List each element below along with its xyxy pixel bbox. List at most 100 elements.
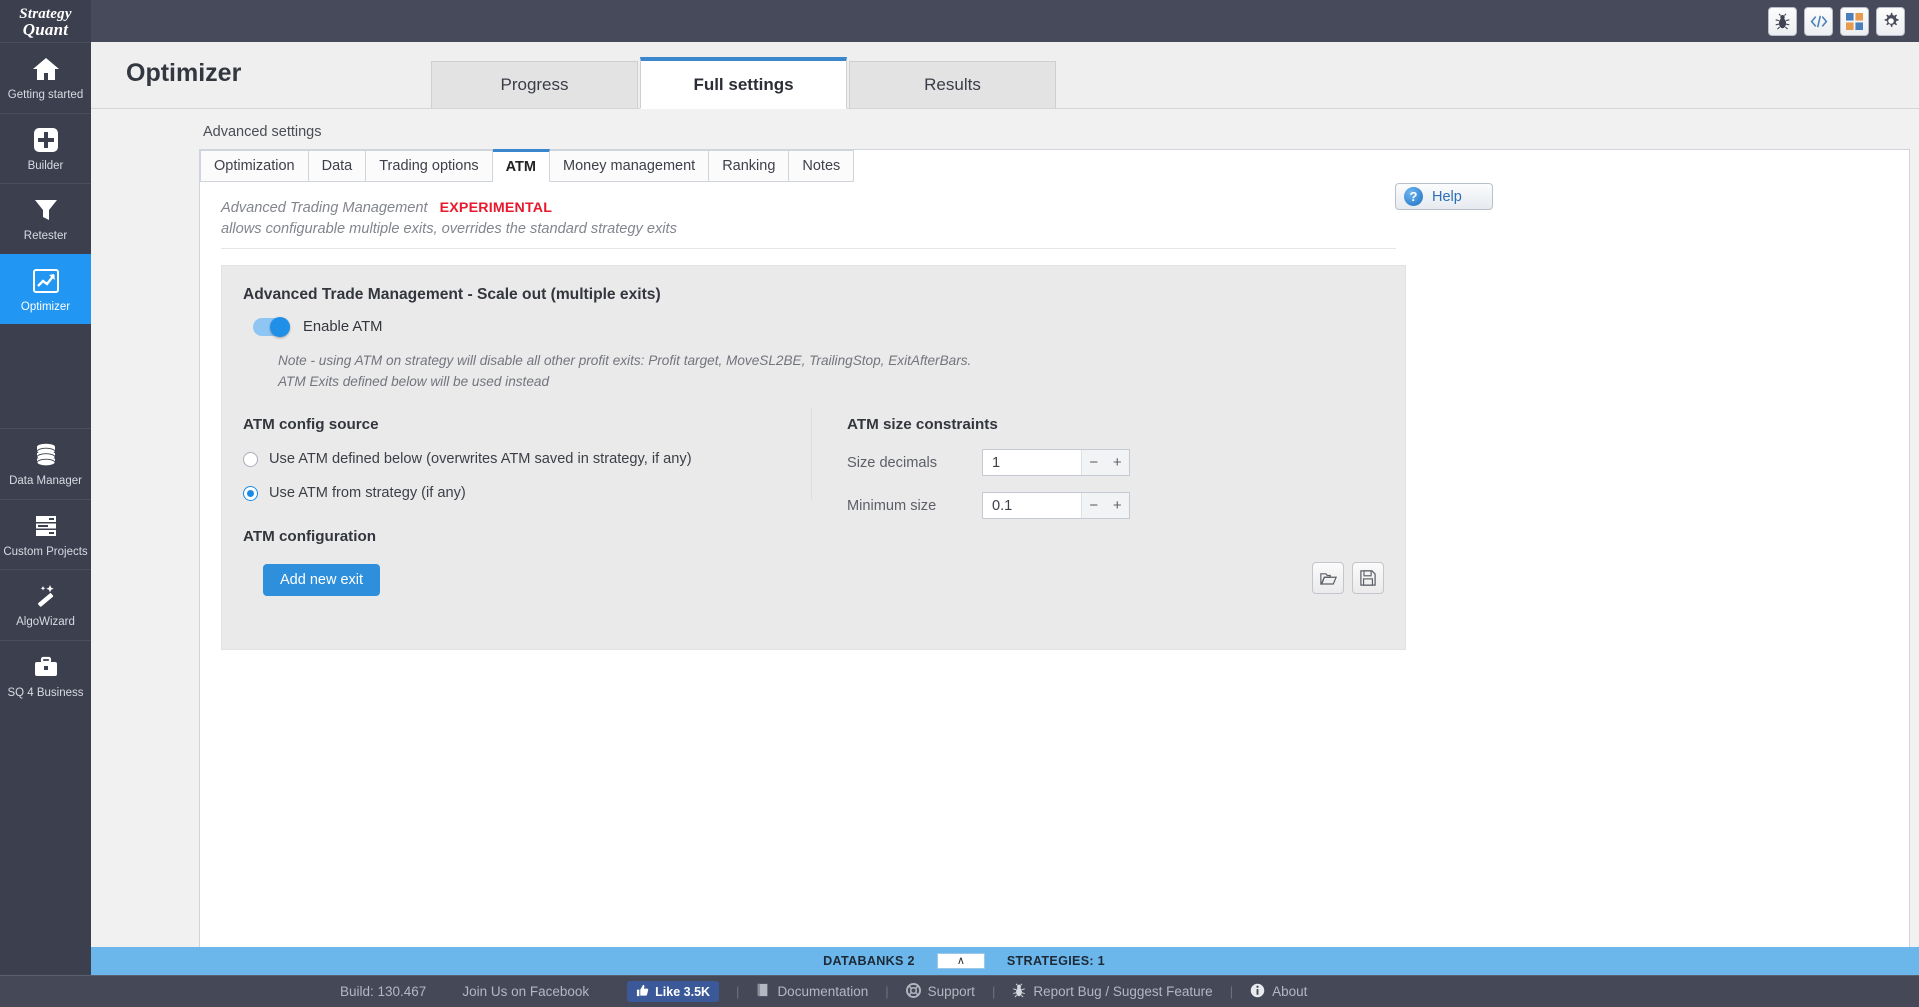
size-decimals-plus-button[interactable]: + bbox=[1111, 454, 1124, 471]
help-button[interactable]: ? Help bbox=[1395, 183, 1493, 210]
atm-note-line-2: ATM Exits defined below will be used ins… bbox=[278, 374, 550, 389]
sidebar-item-builder[interactable]: Builder bbox=[0, 112, 91, 184]
subtab-optimization[interactable]: Optimization bbox=[200, 150, 309, 182]
facebook-like-label: Like 3.5K bbox=[655, 984, 711, 999]
subtab-money-management[interactable]: Money management bbox=[550, 150, 710, 182]
tab-results[interactable]: Results bbox=[849, 61, 1056, 109]
atm-note-line-1: Note - using ATM on strategy will disabl… bbox=[278, 353, 972, 368]
radio-label-from-strategy: Use ATM from strategy (if any) bbox=[269, 485, 466, 501]
experimental-badge: EXPERIMENTAL bbox=[439, 200, 553, 216]
left-sidebar: Strategy Quant Getting started Builder R… bbox=[0, 0, 102, 1007]
code-icon[interactable] bbox=[1804, 6, 1833, 36]
help-button-label: Help bbox=[1432, 188, 1462, 205]
sidebar-item-data-manager[interactable]: Data Manager bbox=[0, 428, 91, 499]
sidebar-label-builder: Builder bbox=[27, 159, 64, 172]
about-link[interactable]: About bbox=[1250, 983, 1307, 1001]
strategies-count: STRATEGIES: 1 bbox=[1006, 954, 1105, 968]
settings-panel: Optimization Data Trading options ATM Mo… bbox=[199, 149, 1910, 1007]
size-decimals-stepper[interactable]: 1 − + bbox=[982, 449, 1130, 476]
atm-config-source-title: ATM config source bbox=[243, 416, 379, 433]
question-mark-icon: ? bbox=[1404, 187, 1423, 206]
page-title: Optimizer bbox=[126, 59, 242, 87]
minimum-size-stepper[interactable]: 0.1 − + bbox=[982, 492, 1130, 519]
grid-layout-icon[interactable] bbox=[1840, 6, 1869, 36]
thumbs-up-icon bbox=[636, 984, 649, 1000]
server-list-icon bbox=[31, 511, 61, 541]
atm-section-header: Advanced Trading Management EXPERIMENTAL … bbox=[221, 198, 677, 240]
atm-config-actions bbox=[1312, 562, 1384, 594]
facebook-like-button[interactable]: Like 3.5K bbox=[627, 981, 720, 1002]
size-decimals-label: Size decimals bbox=[847, 454, 938, 471]
size-decimals-buttons: − + bbox=[1081, 450, 1129, 475]
column-divider bbox=[811, 408, 812, 500]
subtab-notes[interactable]: Notes bbox=[789, 150, 855, 182]
size-decimals-row: Size decimals 1 − + bbox=[847, 449, 1130, 476]
size-decimals-input[interactable]: 1 bbox=[983, 450, 1081, 475]
subtab-atm[interactable]: ATM bbox=[492, 149, 550, 182]
minimum-size-minus-button[interactable]: − bbox=[1087, 497, 1100, 514]
sidebar-item-algowizard[interactable]: AlgoWizard bbox=[0, 569, 91, 640]
size-decimals-minus-button[interactable]: − bbox=[1087, 454, 1100, 471]
minimum-size-input[interactable]: 0.1 bbox=[983, 493, 1081, 518]
sidebar-label-getting-started: Getting started bbox=[7, 89, 84, 101]
atm-size-constraints-group: ATM size constraints Size decimals 1 − + bbox=[847, 416, 1130, 519]
radio-icon-selected bbox=[243, 485, 258, 501]
sidebar-label-custom-projects: Custom Projects bbox=[3, 545, 88, 558]
atm-header-subtitle: allows configurable multiple exits, over… bbox=[221, 221, 677, 237]
info-icon bbox=[1250, 983, 1265, 1001]
atm-card-title: Advanced Trade Management - Scale out (m… bbox=[243, 286, 661, 303]
floppy-save-icon[interactable] bbox=[1352, 562, 1384, 594]
subtab-ranking[interactable]: Ranking bbox=[709, 150, 790, 182]
tab-progress[interactable]: Progress bbox=[431, 61, 638, 109]
subtab-trading-options[interactable]: Trading options bbox=[366, 150, 493, 182]
minimum-size-buttons: − + bbox=[1081, 493, 1129, 518]
plus-square-icon bbox=[31, 125, 61, 155]
atm-configuration-title: ATM configuration bbox=[243, 528, 377, 545]
primary-tabs: Progress Full settings Results bbox=[431, 57, 1058, 109]
chart-line-up-icon bbox=[31, 266, 61, 296]
atm-card: Advanced Trade Management - Scale out (m… bbox=[221, 265, 1406, 650]
footer-separator-3: | bbox=[991, 984, 996, 999]
sidebar-item-retester[interactable]: Retester bbox=[0, 183, 91, 254]
minimum-size-plus-button[interactable]: + bbox=[1111, 497, 1124, 514]
report-bug-link[interactable]: Report Bug / Suggest Feature bbox=[1012, 982, 1213, 1001]
page-header: Optimizer Progress Full settings Results bbox=[91, 42, 1919, 109]
documentation-label: Documentation bbox=[777, 984, 869, 999]
status-bar: DATABANKS 2 ∧ STRATEGIES: 1 bbox=[91, 947, 1919, 975]
debug-bug-icon[interactable] bbox=[1768, 6, 1797, 36]
facebook-link[interactable]: Join Us on Facebook bbox=[462, 984, 589, 999]
top-toolbar bbox=[91, 0, 1919, 42]
enable-atm-label: Enable ATM bbox=[303, 319, 383, 335]
breadcrumb: Advanced settings bbox=[203, 124, 322, 140]
logo-line-2: Quant bbox=[22, 19, 69, 39]
home-icon bbox=[31, 54, 61, 84]
databanks-expand-toggle[interactable]: ∧ bbox=[936, 953, 985, 969]
documentation-link[interactable]: Documentation bbox=[756, 983, 868, 1000]
add-new-exit-button[interactable]: Add new exit bbox=[263, 564, 381, 596]
support-label: Support bbox=[927, 984, 975, 999]
main-area: Optimizer Progress Full settings Results… bbox=[91, 42, 1919, 1007]
atm-header-title: Advanced Trading Management bbox=[221, 200, 428, 216]
enable-atm-toggle[interactable] bbox=[253, 317, 290, 337]
radio-use-atm-defined-below[interactable]: Use ATM defined below (overwrites ATM sa… bbox=[243, 451, 692, 467]
minimum-size-label: Minimum size bbox=[847, 497, 937, 514]
sidebar-item-getting-started[interactable]: Getting started bbox=[0, 42, 91, 113]
subtab-data[interactable]: Data bbox=[308, 150, 367, 182]
sidebar-item-custom-projects[interactable]: Custom Projects bbox=[0, 498, 91, 570]
settings-subtabs: Optimization Data Trading options ATM Mo… bbox=[200, 149, 855, 182]
sidebar-label-optimizer: Optimizer bbox=[20, 300, 71, 313]
toggle-knob bbox=[270, 317, 290, 337]
tab-full-settings[interactable]: Full settings bbox=[640, 57, 847, 109]
enable-atm-row[interactable]: Enable ATM bbox=[253, 317, 383, 337]
sidebar-label-retester: Retester bbox=[23, 230, 68, 242]
app-logo: Strategy Quant bbox=[0, 0, 91, 42]
radio-use-atm-from-strategy[interactable]: Use ATM from strategy (if any) bbox=[243, 485, 692, 501]
gear-icon[interactable] bbox=[1876, 6, 1905, 36]
folder-open-icon[interactable] bbox=[1312, 562, 1344, 594]
sidebar-item-optimizer[interactable]: Optimizer bbox=[0, 253, 102, 324]
support-link[interactable]: Support bbox=[905, 982, 975, 1001]
sidebar-item-sq4business[interactable]: SQ 4 Business bbox=[0, 639, 91, 711]
sidebar-label-sq4business: SQ 4 Business bbox=[7, 686, 84, 699]
footer-bar: Build: 130.467 Join Us on Facebook Like … bbox=[0, 975, 1919, 1007]
